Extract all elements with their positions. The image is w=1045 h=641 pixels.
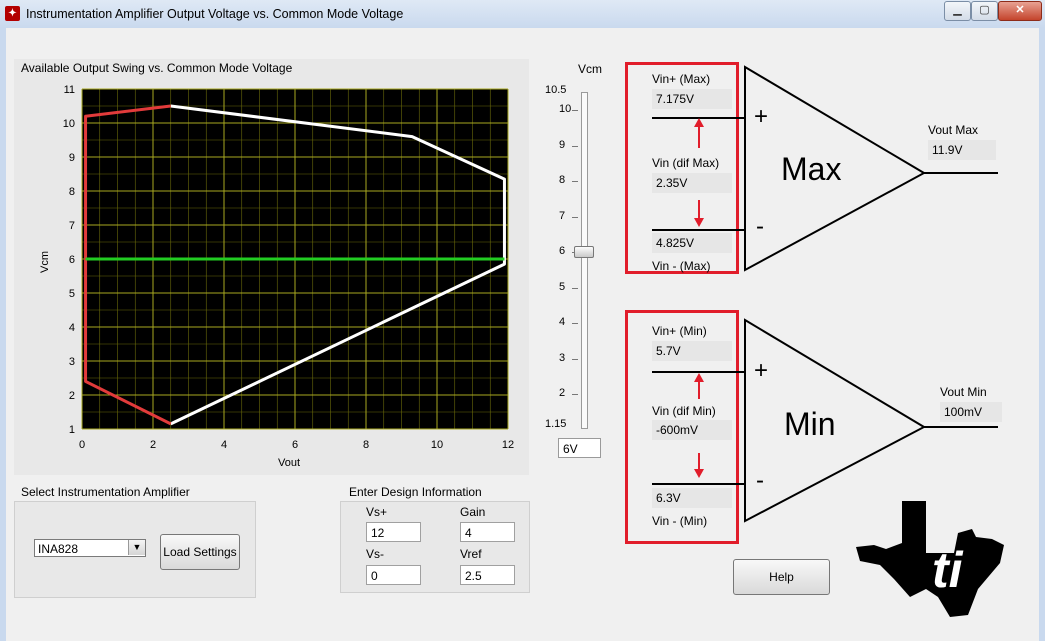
slider-tick-label: 5: [559, 280, 566, 293]
vout-max-value: 11.9V: [928, 140, 996, 160]
y-tick-label: 8: [69, 186, 75, 198]
x-tick-label: 10: [431, 439, 443, 451]
slider-tick-mark: [572, 110, 578, 111]
x-tick-label: 2: [150, 439, 156, 451]
slider-tick-mark: [572, 145, 578, 147]
y-tick-label: 4: [69, 322, 75, 334]
maximize-button[interactable]: ▢: [971, 1, 998, 21]
x-tick-label: 4: [221, 439, 227, 451]
min-vin-minus-label: Vin - (Min): [652, 514, 708, 528]
slider-tick-mark: [572, 181, 578, 182]
y-tick-label: 1: [69, 424, 75, 436]
vout-min-label: Vout Min: [940, 385, 987, 399]
slider-tick-mark: [572, 394, 578, 395]
min-vin-plus-label: Vin+ (Min): [652, 324, 707, 338]
slider-tick-label: 3: [559, 351, 566, 364]
vref-field[interactable]: 2.5: [460, 565, 515, 585]
logo-ti-lettering: ti: [932, 542, 964, 598]
design-info-title: Enter Design Information: [349, 485, 482, 499]
min-minus-sign: -: [756, 467, 764, 494]
x-axis-label: Vout: [278, 457, 300, 469]
graph-title: Available Output Swing vs. Common Mode V…: [21, 61, 293, 75]
max-dif-arrows: [694, 118, 704, 227]
y-tick-label: 3: [69, 356, 75, 368]
app-icon: ✦: [5, 6, 20, 21]
y-tick-label: 5: [69, 288, 75, 300]
slider-tick-label: 2: [559, 387, 566, 399]
x-tick-labels: 0 2 4 6 8 10 12: [79, 439, 514, 451]
x-tick-label: 0: [79, 439, 85, 451]
amp-select-title: Select Instrumentation Amplifier: [21, 485, 190, 499]
min-vin-plus-value: 5.7V: [652, 341, 732, 361]
slider-min-label: 1.15: [545, 418, 567, 430]
x-tick-label: 6: [292, 439, 298, 451]
y-axis-label: Vcm: [39, 251, 51, 273]
vs-plus-label: Vs+: [366, 505, 388, 519]
slider-tick-label: 6: [559, 245, 566, 257]
close-button[interactable]: ✕: [998, 1, 1042, 21]
x-tick-label: 8: [363, 439, 369, 451]
window-title: Instrumentation Amplifier Output Voltage…: [26, 7, 404, 21]
output-swing-chart: 0 2 4 6 8 10 12 1234567891011 Vout Vcm: [39, 84, 514, 469]
slider-tick-mark: [572, 216, 578, 218]
vout-max-label: Vout Max: [928, 123, 979, 137]
max-minus-sign: -: [756, 213, 764, 240]
slider-tick-mark: [572, 358, 578, 360]
slider-tick-mark: [572, 323, 578, 324]
chevron-down-icon[interactable]: ▼: [128, 540, 145, 555]
texas-shape: [856, 501, 1004, 617]
max-plus-sign: +: [754, 103, 769, 130]
y-tick-label: 11: [64, 84, 75, 96]
vcm-slider-label: Vcm: [578, 62, 602, 76]
min-vin-minus-value: 6.3V: [652, 488, 732, 508]
vout-min-value: 100mV: [940, 402, 1002, 422]
max-vin-plus-label: Vin+ (Max): [652, 72, 711, 86]
ti-logo: ti: [856, 501, 1004, 617]
min-amp-name: Min: [784, 406, 836, 442]
minimize-button[interactable]: ▁: [944, 1, 971, 21]
help-button[interactable]: Help: [733, 559, 830, 595]
y-tick-label: 2: [69, 390, 75, 402]
y-tick-label: 7: [69, 220, 75, 232]
slider-tick-label: 10: [559, 103, 572, 115]
slider-max-label: 10.5: [545, 84, 567, 96]
y-tick-label: 6: [69, 254, 75, 266]
gain-label: Gain: [460, 505, 486, 519]
x-tick-label: 12: [502, 439, 514, 451]
slider-tick-label: 9: [559, 138, 566, 151]
load-settings-button[interactable]: Load Settings: [160, 534, 240, 570]
vcm-slider-thumb[interactable]: [574, 246, 594, 258]
min-dif-arrows: [694, 373, 704, 478]
y-tick-label: 9: [69, 152, 75, 164]
slider-tick-mark: [572, 287, 578, 289]
max-vin-minus-label: Vin - (Max): [652, 259, 711, 273]
y-tick-labels: 1 2 3 4 5 6 7 8 9 10 11: [63, 84, 75, 436]
max-vin-minus-value: 4.825V: [652, 233, 732, 253]
max-vin-plus-value: 7.175V: [652, 89, 732, 109]
window-frame-right: [1039, 28, 1045, 641]
vcm-value-field[interactable]: 6V: [558, 438, 601, 458]
vs-minus-label: Vs-: [366, 547, 384, 561]
vs-plus-field[interactable]: 12: [366, 522, 421, 542]
vs-minus-field[interactable]: 0: [366, 565, 421, 585]
slider-tick-label: 4: [559, 316, 566, 328]
slider-tick-label: 7: [559, 209, 566, 222]
gain-field[interactable]: 4: [460, 522, 515, 542]
min-plus-sign: +: [754, 357, 769, 384]
vcm-slider-track[interactable]: [581, 92, 588, 429]
vref-label: Vref: [460, 547, 482, 561]
max-amp-name: Max: [781, 151, 842, 187]
slider-tick-label: 8: [559, 174, 566, 186]
y-tick-label: 10: [63, 118, 75, 130]
